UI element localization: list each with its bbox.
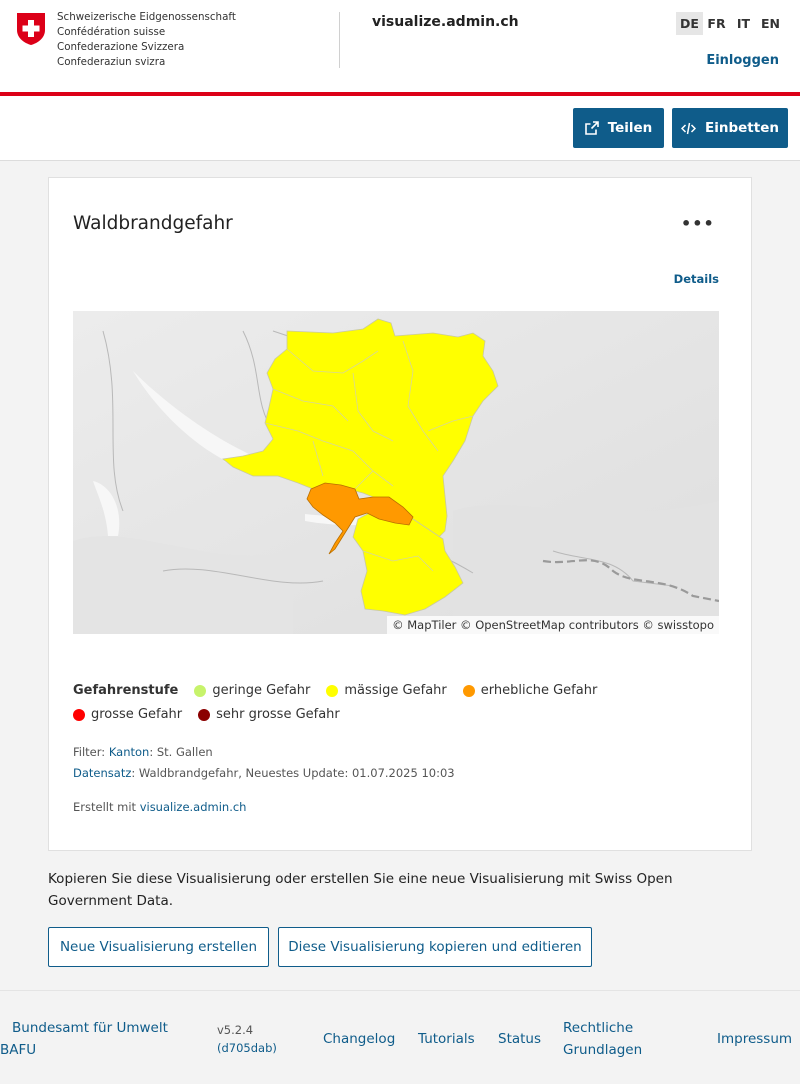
lang-de[interactable]: DE (676, 12, 703, 35)
legend-swatch (198, 709, 211, 721)
legend-swatch (462, 685, 475, 697)
site-header: Schweizerische Eidgenossenschaft Confédé… (0, 0, 800, 96)
confed-line-it: Confederazione Svizzera (57, 41, 185, 53)
legend-title: Gefahrenstufe (73, 683, 179, 698)
swiss-coat-of-arms-icon (17, 13, 45, 45)
confed-line-fr: Confédération suisse (57, 26, 166, 38)
filter-key-link[interactable]: Kanton (109, 745, 150, 759)
legend-label: sehr grosse Gefahr (216, 707, 340, 722)
created-with-link[interactable]: visualize.admin.ch (140, 800, 247, 814)
share-button[interactable]: Teilen (573, 108, 664, 148)
footer-org-link[interactable]: Bundesamt für Umwelt (12, 1017, 168, 1039)
footer-status-link[interactable]: Status (498, 1028, 541, 1050)
legend-item[interactable]: sehr grosse Gefahr (198, 703, 340, 727)
header-divider (339, 12, 340, 68)
filter-prefix: Filter: (73, 745, 106, 759)
relief-area (453, 501, 719, 634)
copy-description: Kopieren Sie diese Visualisierung oder e… (48, 871, 673, 909)
footer-version: v5.2.4 (217, 1023, 254, 1037)
external-link-icon (584, 121, 599, 135)
action-toolbar: Teilen Einbetten (0, 96, 800, 161)
legend-label: erhebliche Gefahr (480, 683, 598, 698)
copy-visualization-button[interactable]: Diese Visualisierung kopieren und editie… (278, 927, 592, 967)
legend-label: grosse Gefahr (91, 707, 183, 722)
visualization-card: Waldbrandgefahr ••• Details © MapTiler ©… (48, 177, 752, 851)
more-options-icon[interactable]: ••• (681, 214, 715, 233)
embed-label: Einbetten (705, 120, 779, 136)
legend-item[interactable]: geringe Gefahr (194, 679, 310, 703)
dataset-line: Datensatz: Waldbrandgefahr, Neuestes Upd… (73, 766, 455, 780)
code-icon (681, 122, 697, 134)
footer-changelog-link[interactable]: Changelog (323, 1028, 395, 1050)
footer-legal-link[interactable]: Rechtliche (563, 1017, 633, 1039)
footer-legal-link-line2[interactable]: Grundlagen (563, 1039, 642, 1061)
lang-fr[interactable]: FR (703, 12, 730, 35)
legend-swatch (73, 709, 85, 721)
new-visualization-button[interactable]: Neue Visualisierung erstellen (48, 927, 269, 967)
footer-org-abbrev[interactable]: BAFU (0, 1039, 36, 1061)
details-link[interactable]: Details (674, 272, 719, 286)
embed-button[interactable]: Einbetten (672, 108, 788, 148)
legend-label: geringe Gefahr (212, 683, 311, 698)
chart-title: Waldbrandgefahr (73, 213, 233, 234)
confederation-name: Schweizerische Eidgenossenschaft Confédé… (57, 10, 236, 70)
created-with-line: Erstellt mit visualize.admin.ch (73, 800, 246, 814)
login-link[interactable]: Einloggen (706, 53, 779, 68)
footer-commit-link[interactable]: (d705dab) (217, 1039, 277, 1057)
dataset-value: : Waldbrandgefahr, Neuestes Update: 01.0… (131, 766, 455, 780)
map-canvas[interactable] (73, 311, 719, 634)
dataset-link[interactable]: Datensatz (73, 766, 131, 780)
footer-tutorials-link[interactable]: Tutorials (418, 1028, 475, 1050)
filter-value: : St. Gallen (149, 745, 213, 759)
language-switcher: DE FR IT EN (676, 12, 784, 35)
legend-label: mässige Gefahr (344, 683, 447, 698)
share-label: Teilen (607, 120, 653, 136)
map-attribution: © MapTiler © OpenStreetMap contributors … (387, 616, 719, 634)
lang-it[interactable]: IT (730, 12, 757, 35)
danger-map[interactable]: © MapTiler © OpenStreetMap contributors … (73, 311, 719, 634)
site-title[interactable]: visualize.admin.ch (372, 14, 519, 30)
footer-imprint-link[interactable]: Impressum (717, 1028, 792, 1050)
legend-item[interactable]: mässige Gefahr (326, 679, 447, 703)
created-prefix: Erstellt mit (73, 800, 137, 814)
legend-item[interactable]: erhebliche Gefahr (462, 679, 598, 703)
site-footer: Bundesamt für Umwelt BAFU v5.2.4 (d705da… (0, 990, 800, 1084)
legend-item[interactable]: grosse Gefahr (73, 703, 182, 727)
legend-swatch (194, 685, 207, 697)
filter-line: Filter: Kanton: St. Gallen (73, 745, 213, 759)
lang-en[interactable]: EN (757, 12, 784, 35)
legend: Gefahrenstufe geringe Gefahr mässige Gef… (73, 679, 723, 727)
confed-line-rm: Confederaziun svizra (57, 56, 166, 68)
confed-line-de: Schweizerische Eidgenossenschaft (57, 11, 236, 23)
legend-swatch (326, 685, 339, 697)
